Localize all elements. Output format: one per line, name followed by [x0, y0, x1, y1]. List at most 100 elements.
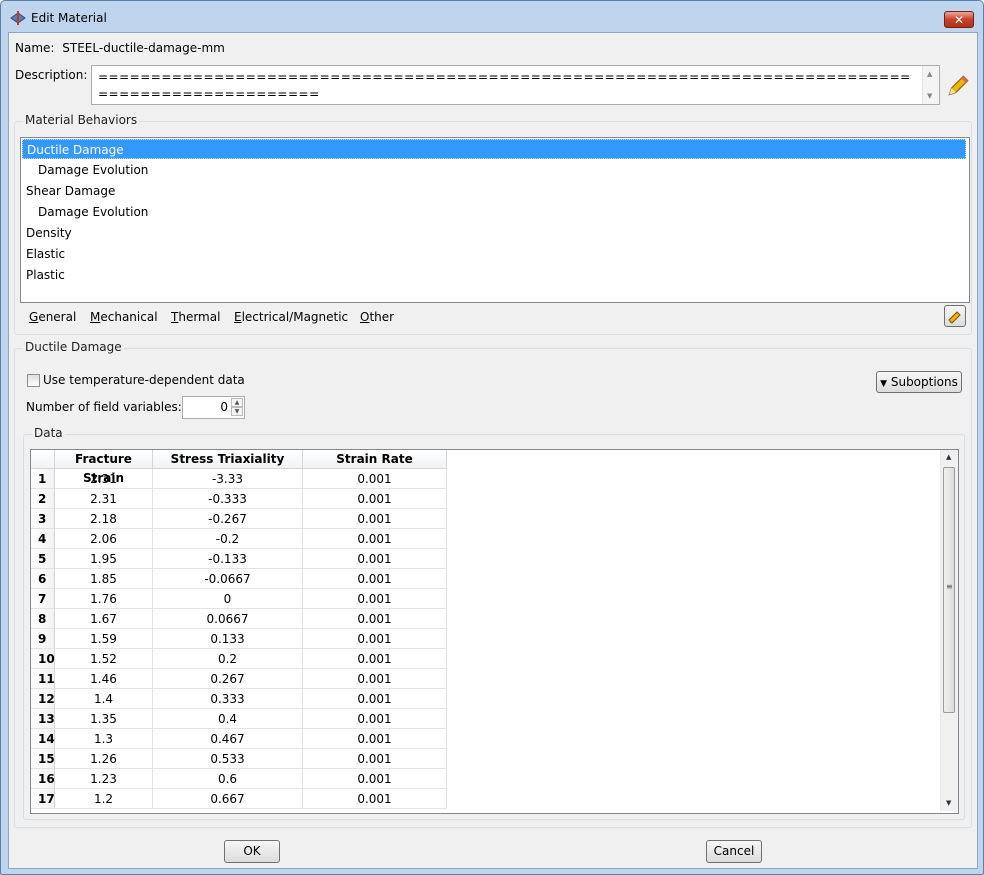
edit-description-pencil-icon[interactable]: [945, 73, 971, 99]
cell-strain-rate[interactable]: 0.001: [303, 749, 447, 769]
cell-fracture-strain[interactable]: 1.26: [55, 749, 153, 769]
title-bar[interactable]: Edit Material ✕: [1, 1, 983, 35]
row-number[interactable]: 15: [31, 749, 55, 769]
behavior-elastic[interactable]: Elastic: [22, 244, 966, 264]
cell-fracture-strain[interactable]: 1.76: [55, 589, 153, 609]
column-header-fracture-strain[interactable]: Fracture Strain: [55, 450, 153, 485]
close-button[interactable]: ✕: [944, 11, 974, 28]
cell-fracture-strain[interactable]: 2.06: [55, 529, 153, 549]
menu-electrical-magnetic[interactable]: Electrical/Magnetic: [234, 310, 348, 324]
row-number[interactable]: 16: [31, 769, 55, 789]
field-variables-spinner[interactable]: 0 ▲ ▼: [182, 396, 245, 419]
cell-stress-triaxiality[interactable]: -0.267: [153, 509, 303, 529]
row-number[interactable]: 6: [31, 569, 55, 589]
row-number[interactable]: 2: [31, 489, 55, 509]
cell-fracture-strain[interactable]: 1.23: [55, 769, 153, 789]
scroll-down-icon[interactable]: ▼: [927, 92, 932, 100]
row-number[interactable]: 1: [31, 469, 55, 489]
cancel-button[interactable]: Cancel: [706, 840, 762, 863]
edit-behavior-button[interactable]: [944, 305, 966, 327]
behavior-plastic[interactable]: Plastic: [22, 265, 966, 285]
column-header-stress-triaxiality[interactable]: Stress Triaxiality: [153, 450, 303, 469]
cell-stress-triaxiality[interactable]: 0: [153, 589, 303, 609]
cell-strain-rate[interactable]: 0.001: [303, 649, 447, 669]
cell-stress-triaxiality[interactable]: -0.2: [153, 529, 303, 549]
cell-strain-rate[interactable]: 0.001: [303, 569, 447, 589]
cell-strain-rate[interactable]: 0.001: [303, 629, 447, 649]
description-field[interactable]: ========================================…: [91, 65, 940, 105]
cell-strain-rate[interactable]: 0.001: [303, 709, 447, 729]
cell-fracture-strain[interactable]: 1.4: [55, 689, 153, 709]
ok-button[interactable]: OK: [224, 840, 280, 863]
scroll-down-icon[interactable]: ▼: [946, 799, 951, 807]
suboptions-button[interactable]: ▼ Suboptions: [876, 371, 962, 393]
cell-strain-rate[interactable]: 0.001: [303, 529, 447, 549]
cell-fracture-strain[interactable]: 1.95: [55, 549, 153, 569]
menu-thermal[interactable]: Thermal: [171, 310, 220, 324]
menu-general[interactable]: General: [29, 310, 76, 324]
row-number[interactable]: 14: [31, 729, 55, 749]
cell-strain-rate[interactable]: 0.001: [303, 789, 447, 809]
cell-fracture-strain[interactable]: 2.31: [55, 469, 153, 489]
cell-strain-rate[interactable]: 0.001: [303, 589, 447, 609]
cell-stress-triaxiality[interactable]: 0.267: [153, 669, 303, 689]
cell-fracture-strain[interactable]: 2.31: [55, 489, 153, 509]
scroll-up-icon[interactable]: ▲: [946, 453, 951, 461]
cell-strain-rate[interactable]: 0.001: [303, 469, 447, 489]
row-number[interactable]: 5: [31, 549, 55, 569]
row-number[interactable]: 13: [31, 709, 55, 729]
cell-stress-triaxiality[interactable]: -3.33: [153, 469, 303, 489]
spin-down-icon[interactable]: ▼: [231, 407, 243, 416]
cell-stress-triaxiality[interactable]: 0.533: [153, 749, 303, 769]
row-number[interactable]: 10: [31, 649, 55, 669]
cell-strain-rate[interactable]: 0.001: [303, 729, 447, 749]
spin-up-icon[interactable]: ▲: [231, 398, 243, 407]
column-header-strain-rate[interactable]: Strain Rate: [303, 450, 447, 469]
cell-stress-triaxiality[interactable]: 0.467: [153, 729, 303, 749]
behavior-damage-evolution[interactable]: Damage Evolution: [22, 160, 966, 180]
behavior-ductile-damage[interactable]: Ductile Damage: [22, 139, 966, 159]
cell-fracture-strain[interactable]: 1.46: [55, 669, 153, 689]
cell-strain-rate[interactable]: 0.001: [303, 769, 447, 789]
row-number[interactable]: 7: [31, 589, 55, 609]
cell-strain-rate[interactable]: 0.001: [303, 489, 447, 509]
row-number[interactable]: 17: [31, 789, 55, 809]
menu-mechanical[interactable]: Mechanical: [90, 310, 158, 324]
cell-strain-rate[interactable]: 0.001: [303, 669, 447, 689]
cell-fracture-strain[interactable]: 1.2: [55, 789, 153, 809]
row-number[interactable]: 11: [31, 669, 55, 689]
table-vertical-scrollbar[interactable]: ▲ ≡ ▼: [940, 450, 958, 811]
scroll-up-icon[interactable]: ▲: [927, 70, 932, 78]
row-number[interactable]: 3: [31, 509, 55, 529]
cell-stress-triaxiality[interactable]: -0.133: [153, 549, 303, 569]
behaviors-list[interactable]: Ductile Damage Damage Evolution Shear Da…: [20, 137, 970, 303]
behavior-density[interactable]: Density: [22, 223, 966, 243]
cell-strain-rate[interactable]: 0.001: [303, 509, 447, 529]
cell-strain-rate[interactable]: 0.001: [303, 549, 447, 569]
cell-stress-triaxiality[interactable]: 0.333: [153, 689, 303, 709]
behavior-damage-evolution-2[interactable]: Damage Evolution: [22, 202, 966, 222]
cell-fracture-strain[interactable]: 1.59: [55, 629, 153, 649]
row-number[interactable]: 8: [31, 609, 55, 629]
cell-fracture-strain[interactable]: 1.3: [55, 729, 153, 749]
cell-stress-triaxiality[interactable]: 0.0667: [153, 609, 303, 629]
cell-stress-triaxiality[interactable]: 0.6: [153, 769, 303, 789]
behavior-shear-damage[interactable]: Shear Damage: [22, 181, 966, 201]
cell-fracture-strain[interactable]: 2.18: [55, 509, 153, 529]
description-scrollbar[interactable]: ▲ ▼: [922, 66, 939, 104]
row-number[interactable]: 4: [31, 529, 55, 549]
cell-fracture-strain[interactable]: 1.67: [55, 609, 153, 629]
cell-stress-triaxiality[interactable]: 0.667: [153, 789, 303, 809]
cell-fracture-strain[interactable]: 1.52: [55, 649, 153, 669]
cell-stress-triaxiality[interactable]: 0.4: [153, 709, 303, 729]
cell-stress-triaxiality[interactable]: 0.133: [153, 629, 303, 649]
cell-strain-rate[interactable]: 0.001: [303, 689, 447, 709]
cell-stress-triaxiality[interactable]: 0.2: [153, 649, 303, 669]
scroll-thumb[interactable]: ≡: [943, 467, 955, 713]
data-table[interactable]: Fracture Strain Stress Triaxiality Strai…: [30, 449, 959, 814]
cell-stress-triaxiality[interactable]: -0.0667: [153, 569, 303, 589]
row-number[interactable]: 12: [31, 689, 55, 709]
cell-strain-rate[interactable]: 0.001: [303, 609, 447, 629]
cell-fracture-strain[interactable]: 1.35: [55, 709, 153, 729]
cell-fracture-strain[interactable]: 1.85: [55, 569, 153, 589]
